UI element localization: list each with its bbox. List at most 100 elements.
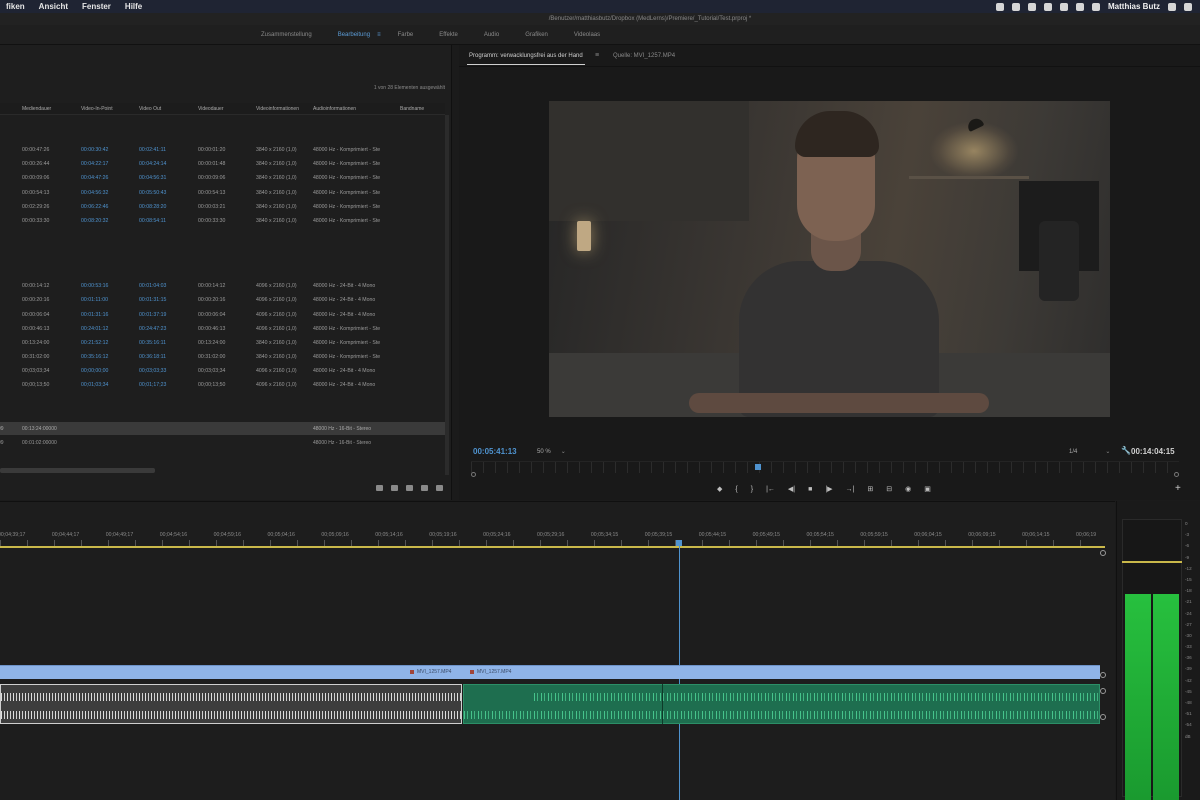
table-row[interactable]: 00:00:09:06 00:04:47:26 00:04:56:31 00:00:0… <box>0 171 445 185</box>
workspace-audio[interactable]: Audio <box>471 32 512 38</box>
table-cell[interactable]: 00;03;03;33 <box>139 368 166 374</box>
table-cell[interactable]: 00:01:31:16 <box>81 312 108 318</box>
screen-icon[interactable] <box>996 2 1004 11</box>
table-row[interactable]: 00:00:06:04 00:01:31:16 00:01:37:19 00:00:0… <box>0 308 445 322</box>
video-frame[interactable] <box>549 101 1110 417</box>
table-cell[interactable]: 00:24:47:23 <box>139 326 166 332</box>
work-area-bar[interactable] <box>0 546 1105 548</box>
column-header-video-in[interactable]: Video-In-Point <box>81 106 113 112</box>
camera-icon[interactable]: ◉ <box>905 485 911 493</box>
table-cell[interactable]: 00:06:22:46 <box>81 204 108 210</box>
go-to-in-button[interactable]: |← <box>766 486 775 493</box>
zoom-scrollbar[interactable] <box>471 472 1179 477</box>
table-cell[interactable]: 00:01:04:03 <box>139 283 166 289</box>
table-cell[interactable]: 00:04:22:17 <box>81 161 108 167</box>
table-cell[interactable]: 00:35:16:11 <box>139 340 166 346</box>
column-header-video-duration[interactable]: Videodauer <box>198 106 224 112</box>
column-header-tape-name[interactable]: Bandname <box>400 106 424 112</box>
comparison-view-button[interactable]: ▣ <box>924 485 931 493</box>
tab-program[interactable]: Programm: verwacklungsfrei aus der Hand <box>467 53 585 65</box>
button-editor-add[interactable]: + <box>1175 483 1181 494</box>
clock-icon[interactable] <box>1060 2 1068 11</box>
table-row[interactable]: 00:31:02:00 00:35:16:12 00:36:18:11 00:31:0… <box>0 350 445 364</box>
menu-item-file[interactable]: fiken <box>6 2 25 11</box>
table-cell[interactable]: 00:01:31:15 <box>139 297 166 303</box>
table-cell[interactable]: 00:02:41:11 <box>139 147 166 153</box>
vertical-scrollbar[interactable] <box>445 115 449 475</box>
table-row[interactable]: 00:13:24:00 00:21:52:12 00:35:16:11 00:13:2… <box>0 336 445 350</box>
step-back-button[interactable]: ◀| <box>788 485 795 493</box>
add-marker-button[interactable]: ◆ <box>717 485 722 493</box>
horizontal-scrollbar[interactable] <box>0 468 155 473</box>
table-cell[interactable]: 00:01:11:00 <box>81 297 108 303</box>
column-header-video-info[interactable]: Videoinformationen <box>256 106 299 112</box>
search-icon[interactable] <box>1168 2 1176 11</box>
mark-out-button[interactable]: } <box>751 486 753 493</box>
timeline-ruler[interactable]: 00;04;39;17 00;04;44;17 00;04;49;17 00;04;5… <box>0 528 1105 546</box>
workspace-effects[interactable]: Effekte <box>426 32 471 38</box>
monitor-playhead[interactable] <box>755 464 761 470</box>
table-cell[interactable]: 00:35:16:12 <box>81 354 108 360</box>
table-cell[interactable]: 00;01;03;34 <box>81 382 108 388</box>
table-cell[interactable]: 00:04:24:14 <box>139 161 166 167</box>
find-icon[interactable] <box>391 485 398 491</box>
table-row[interactable]: 99 00:01:02:00000 48000 Hz - 16-Bit - St… <box>0 436 445 449</box>
table-cell[interactable]: 00:00:30:42 <box>81 147 108 153</box>
audio-clip-selected[interactable] <box>0 684 462 724</box>
workspace-color[interactable]: Farbe <box>385 32 427 38</box>
table-cell[interactable]: 00:21:52:12 <box>81 340 108 346</box>
resolution-select[interactable]: 1/4 ⌄ <box>1069 448 1110 455</box>
siri-icon[interactable] <box>1184 2 1192 11</box>
scroll-handle[interactable] <box>1100 714 1106 720</box>
menu-item-view[interactable]: Ansicht <box>39 2 68 11</box>
workspace-graphics[interactable]: Grafiken <box>512 32 561 38</box>
new-bin-icon[interactable] <box>406 485 413 491</box>
tab-source[interactable]: Quelle: MVI_1257.MP4 <box>613 53 675 59</box>
scroll-handle[interactable] <box>1100 688 1106 694</box>
table-cell[interactable]: 00:36:18:11 <box>139 354 166 360</box>
step-forward-button[interactable]: |▶ <box>825 485 832 493</box>
scroll-handle-end[interactable] <box>1174 472 1179 477</box>
table-row[interactable]: 00:02:29:26 00:06:22:46 00:08:28:20 00:00:0… <box>0 200 445 214</box>
table-row[interactable]: 00;00;13;50 00;01;03;34 00;01;17;23 00;00;1… <box>0 378 445 392</box>
menu-item-window[interactable]: Fenster <box>82 2 111 11</box>
zoom-select[interactable]: 50 % ⌄ <box>537 448 566 455</box>
table-cell[interactable]: 00:01:37:19 <box>139 312 166 318</box>
menu-item-help[interactable]: Hilfe <box>125 2 142 11</box>
cloud-icon[interactable] <box>1028 2 1036 11</box>
table-cell[interactable]: 00:04:47:26 <box>81 175 108 181</box>
table-row[interactable]: 00:00:46:13 00:24:01:12 00:24:47:23 00:00:4… <box>0 322 445 336</box>
extract-button[interactable]: ⊟ <box>886 485 892 493</box>
workspace-libraries[interactable]: Videolaas <box>561 32 613 38</box>
table-row-selected[interactable]: 99 00:13:24:00000 48000 Hz - 16-Bit - St… <box>0 422 445 435</box>
table-cell[interactable]: 00:00:53:16 <box>81 283 108 289</box>
table-row[interactable]: 00:00:54:13 00:04:56:32 00:05:50:43 00:00:5… <box>0 186 445 200</box>
freeform-view-icon[interactable] <box>376 485 383 491</box>
scroll-handle-start[interactable] <box>471 472 476 477</box>
table-row[interactable]: 00:00:47:26 00:00:30:42 00:02:41:11 00:00:0… <box>0 143 445 157</box>
edit-point[interactable] <box>662 684 663 724</box>
stop-button[interactable]: ■ <box>808 486 812 493</box>
playhead-timecode[interactable]: 00:05:41:13 <box>473 447 517 456</box>
table-cell[interactable]: 00:24:01:12 <box>81 326 108 332</box>
table-cell[interactable]: 00;00;00;00 <box>81 368 108 374</box>
workspace-assembly[interactable]: Zusammenstellung <box>248 32 325 38</box>
video-clip-track[interactable]: MVI_1257.MP4 MVI_1257.MP4 <box>0 665 1100 679</box>
audio-clip[interactable] <box>463 684 1100 724</box>
table-row[interactable]: 00:00:33:30 00:08:20:32 00:08:54:11 00:00:3… <box>0 214 445 228</box>
table-cell[interactable]: 00:08:20:32 <box>81 218 108 224</box>
table-row[interactable]: 00:00:20:16 00:01:11:00 00:01:31:15 00:00:2… <box>0 293 445 307</box>
trash-icon[interactable] <box>436 485 443 491</box>
lift-button[interactable]: ⊞ <box>867 485 873 493</box>
tab-menu-icon[interactable]: ≡ <box>595 52 599 59</box>
column-header-media-duration[interactable]: Mediendauer <box>22 106 51 112</box>
go-to-out-button[interactable]: →| <box>846 486 855 493</box>
table-row[interactable]: 00;03;03;34 00;00;00;00 00;03;03;33 00;03;0… <box>0 364 445 378</box>
table-row[interactable]: 00:00:26:44 00:04:22:17 00:04:24:14 00:00:0… <box>0 157 445 171</box>
table-cell[interactable]: 00:08:54:11 <box>139 218 166 224</box>
dropbox-icon[interactable] <box>1044 2 1052 11</box>
monitor-time-ruler[interactable] <box>471 461 1179 473</box>
workspace-menu-icon[interactable]: ≡ <box>373 32 385 38</box>
new-item-icon[interactable] <box>421 485 428 491</box>
scroll-handle[interactable] <box>1100 672 1106 678</box>
